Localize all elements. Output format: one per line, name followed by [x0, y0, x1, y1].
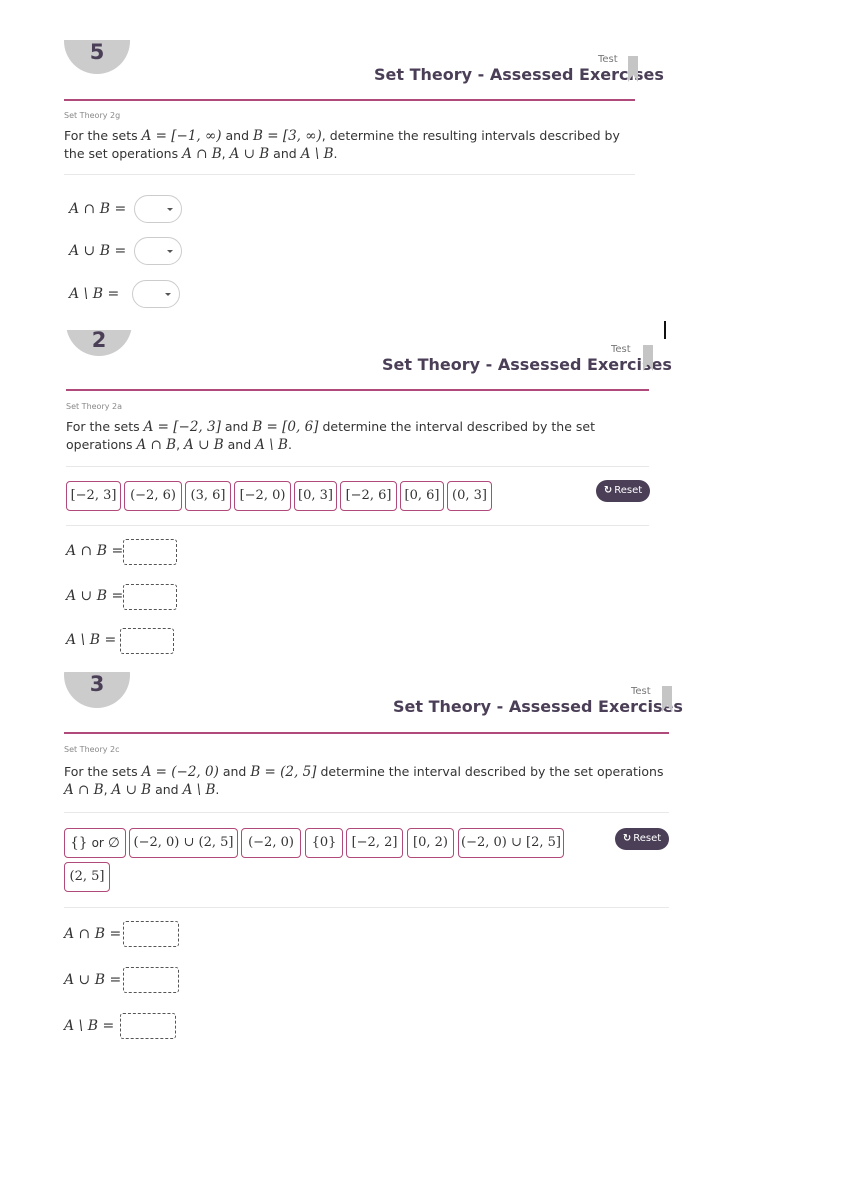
page-title: Set Theory - Assessed Exercises — [382, 355, 672, 374]
caret-down-icon — [167, 208, 173, 211]
divider — [66, 466, 649, 467]
caret-down-icon — [165, 293, 171, 296]
answer-tile[interactable]: (0, 3] — [447, 481, 492, 511]
refresh-icon: ↻ — [603, 485, 613, 496]
header-rule — [64, 99, 635, 101]
answer-tile[interactable]: (3, 6] — [185, 481, 231, 511]
intersection-label: A ∩ B = — [69, 201, 127, 217]
refresh-icon: ↻ — [622, 833, 632, 844]
answer-tile[interactable]: (−2, 6) — [124, 481, 182, 511]
test-label: Test — [631, 686, 651, 697]
answer-tile[interactable]: [−2, 6] — [340, 481, 397, 511]
answer-tile[interactable]: [−2, 0) — [234, 481, 291, 511]
intersection-dropdown[interactable] — [134, 195, 182, 223]
union-label: A ∪ B = — [66, 588, 124, 604]
difference-drop-zone[interactable] — [120, 1013, 176, 1039]
union-dropdown[interactable] — [134, 237, 182, 265]
union-drop-zone[interactable] — [123, 967, 179, 993]
page-title: Set Theory - Assessed Exercises — [374, 65, 664, 84]
difference-dropdown[interactable] — [132, 280, 180, 308]
intersection-label: A ∩ B = — [66, 543, 124, 559]
answer-tile[interactable]: [0, 2) — [407, 828, 454, 858]
divider — [64, 812, 669, 813]
header-rule — [66, 389, 649, 391]
union-label: A ∪ B = — [69, 243, 127, 259]
answer-tile[interactable]: [−2, 3] — [66, 481, 121, 511]
intersection-label: A ∩ B = — [64, 926, 122, 942]
question-2-card: 2 Test Set Theory - Assessed Exercises S… — [0, 330, 860, 665]
answer-tile[interactable]: (−2, 0) ∪ [2, 5] — [458, 828, 564, 858]
test-label: Test — [611, 344, 631, 355]
intersection-drop-zone[interactable] — [123, 921, 179, 947]
answer-tile[interactable]: [0, 3] — [294, 481, 337, 511]
page-title: Set Theory - Assessed Exercises — [393, 697, 683, 716]
question-number-badge: 5 — [64, 40, 130, 74]
difference-label: A \ B = — [69, 286, 120, 302]
difference-label: A \ B = — [66, 632, 117, 648]
reset-button[interactable]: ↻ Reset — [615, 828, 669, 850]
union-label: A ∪ B = — [64, 972, 122, 988]
answer-tile[interactable]: (−2, 0) ∪ (2, 5] — [129, 828, 238, 858]
divider — [66, 525, 649, 526]
answer-tile[interactable]: (2, 5] — [64, 862, 110, 892]
divider — [64, 174, 635, 175]
header-rule — [64, 732, 669, 734]
test-label: Test — [598, 54, 618, 65]
question-number-badge: 3 — [64, 672, 130, 708]
question-number-badge: 2 — [66, 330, 132, 356]
question-id: Set Theory 2a — [66, 402, 123, 411]
intersection-drop-zone[interactable] — [123, 539, 177, 565]
question-text: For the sets A = [−2, 3] and B = [0, 6] … — [66, 419, 595, 453]
reset-button[interactable]: ↻ Reset — [596, 480, 650, 502]
answer-tile[interactable]: (−2, 0) — [241, 828, 301, 858]
answer-tile[interactable]: [0, 6] — [400, 481, 444, 511]
question-id: Set Theory 2g — [64, 111, 121, 120]
answer-tile[interactable]: [−2, 2] — [346, 828, 403, 858]
question-text: For the sets A = (−2, 0) and B = (2, 5] … — [64, 764, 664, 798]
union-drop-zone[interactable] — [123, 584, 177, 610]
question-text: For the sets A = [−1, ∞) and B = [3, ∞),… — [64, 128, 620, 162]
difference-drop-zone[interactable] — [120, 628, 174, 654]
question-5-card: 5 Test Set Theory - Assessed Exercises S… — [0, 40, 860, 330]
question-3-card: 3 Test Set Theory - Assessed Exercises S… — [0, 672, 860, 1072]
caret-down-icon — [167, 250, 173, 253]
question-id: Set Theory 2c — [64, 745, 120, 754]
divider — [64, 907, 669, 908]
difference-label: A \ B = — [64, 1018, 115, 1034]
answer-tile-empty-set[interactable]: {} or ∅ — [64, 828, 126, 858]
answer-tile[interactable]: {0} — [305, 828, 343, 858]
